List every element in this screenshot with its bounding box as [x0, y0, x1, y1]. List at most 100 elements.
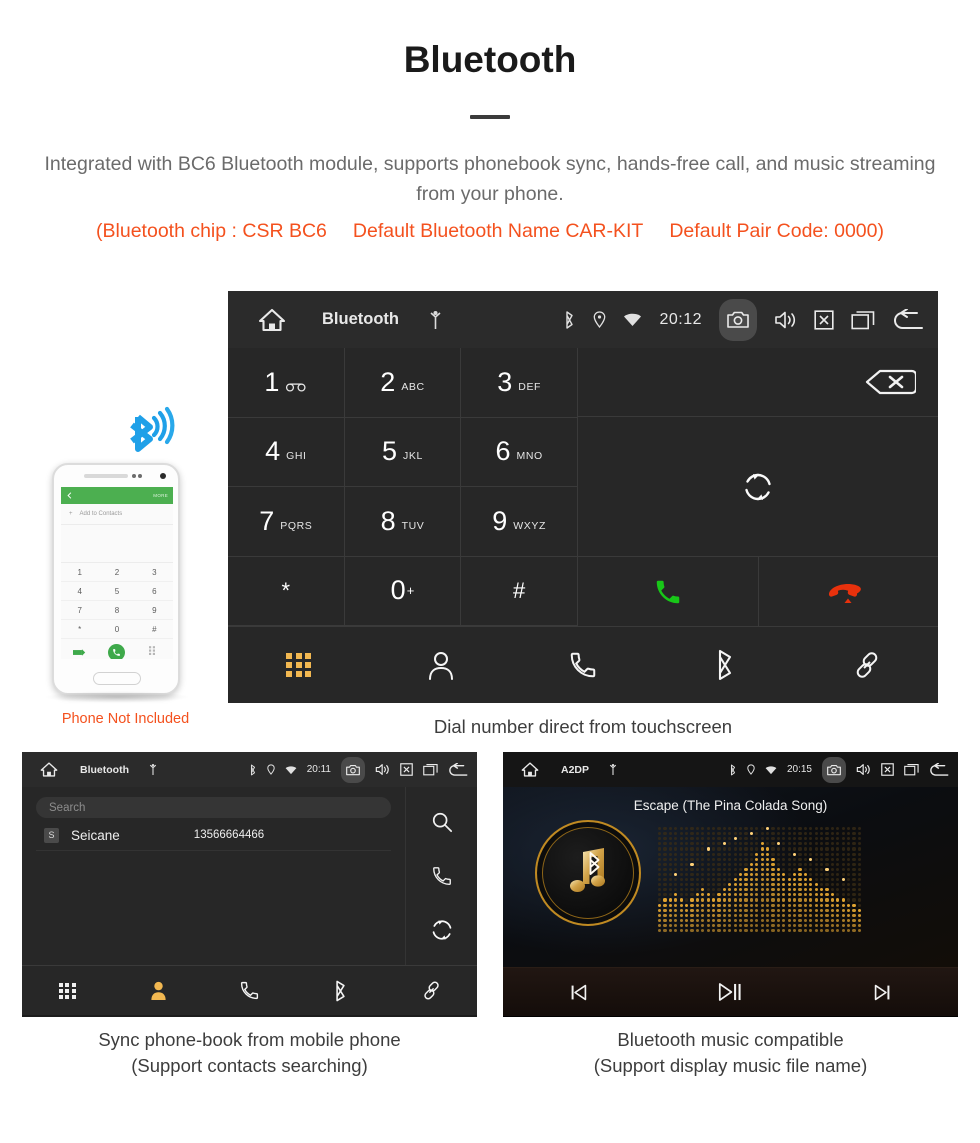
- call-icon: [653, 577, 683, 607]
- close-box-icon[interactable]: [881, 763, 894, 776]
- phone-key: 2: [98, 563, 136, 582]
- key-4[interactable]: 4 GHI: [228, 417, 345, 487]
- sync-button[interactable]: [578, 417, 938, 557]
- bluetooth-icon: [333, 980, 348, 1002]
- key-digit: 7: [259, 505, 275, 536]
- key-8[interactable]: 8 TUV: [344, 487, 462, 557]
- key-digit: 8: [380, 505, 396, 536]
- key-letters: JKL: [403, 450, 423, 463]
- play-pause-button[interactable]: [655, 981, 807, 1003]
- nav-call-log[interactable]: [204, 980, 295, 1001]
- wifi-icon: [623, 312, 642, 327]
- page-header: Bluetooth Integrated with BC6 Bluetooth …: [0, 0, 980, 246]
- backspace-icon[interactable]: [864, 368, 916, 396]
- next-button[interactable]: [806, 983, 958, 1002]
- music-caption-line2: (Support display music file name): [593, 1055, 868, 1077]
- phone-key: 6: [135, 582, 173, 601]
- home-icon[interactable]: [40, 761, 58, 778]
- phone-call-button: [98, 643, 135, 659]
- recents-icon[interactable]: [851, 310, 875, 330]
- dialer-right-pane: [578, 348, 938, 626]
- nav-call-log[interactable]: [512, 650, 654, 680]
- close-box-icon[interactable]: [400, 763, 413, 776]
- volume-icon[interactable]: [856, 763, 871, 776]
- recents-icon[interactable]: [423, 763, 438, 776]
- camera-icon[interactable]: [719, 298, 757, 341]
- link-icon: [852, 650, 882, 680]
- camera-icon[interactable]: [822, 756, 846, 783]
- search-icon[interactable]: [431, 811, 453, 833]
- search-placeholder: Search: [49, 801, 86, 814]
- person-icon: [427, 650, 455, 680]
- volume-icon[interactable]: [375, 763, 390, 776]
- phone-key: #: [135, 620, 173, 639]
- phone-key: 9: [135, 601, 173, 620]
- phone-key: 4: [61, 582, 99, 601]
- back-icon[interactable]: [929, 762, 949, 777]
- nav-pair[interactable]: [386, 980, 477, 1001]
- bluetooth-icon: [563, 310, 576, 329]
- number-display-row: [578, 348, 938, 417]
- nav-keypad[interactable]: [228, 653, 370, 677]
- call-button[interactable]: [578, 557, 759, 626]
- contacts-screen: Bluetooth 20:11 Search S Seicane 1356666…: [22, 752, 477, 1017]
- person-icon: [149, 980, 168, 1001]
- nav-bluetooth[interactable]: [295, 980, 386, 1002]
- skip-next-icon: [873, 983, 892, 1002]
- phone-shadow: [44, 691, 190, 703]
- back-icon[interactable]: [448, 762, 468, 777]
- plus-icon: +: [69, 511, 73, 517]
- key-6[interactable]: 6 MNO: [461, 417, 578, 487]
- key-3[interactable]: 3 DEF: [461, 348, 578, 418]
- usb-icon: [429, 310, 442, 330]
- key-5[interactable]: 5 JKL: [344, 417, 462, 487]
- key-9[interactable]: 9 WXYZ: [461, 487, 578, 557]
- close-box-icon[interactable]: [814, 309, 834, 330]
- page-title: Bluetooth: [403, 39, 577, 80]
- nav-pair[interactable]: [796, 650, 938, 680]
- key-hash[interactable]: #: [461, 556, 578, 626]
- key-2[interactable]: 2 ABC: [344, 348, 462, 418]
- track-title: Escape (The Pina Colada Song): [633, 798, 828, 813]
- phone-sensors: [132, 474, 142, 478]
- key-letters: TUV: [401, 519, 425, 532]
- key-7[interactable]: 7 PQRS: [228, 487, 345, 557]
- contact-initial-badge: S: [44, 827, 59, 843]
- contacts-caption-line1: Sync phone-book from mobile phone: [98, 1029, 401, 1050]
- music-title: A2DP: [561, 763, 590, 776]
- key-star[interactable]: *: [228, 556, 345, 626]
- phone-key: 5: [98, 582, 136, 601]
- contacts-list-area: Search S Seicane 13566664466: [22, 787, 405, 965]
- key-1[interactable]: 1: [228, 348, 345, 418]
- sync-icon[interactable]: [431, 919, 453, 941]
- nav-contacts[interactable]: [370, 650, 512, 680]
- location-icon: [747, 764, 755, 775]
- nav-keypad[interactable]: [22, 982, 113, 999]
- key-0[interactable]: 0 +: [344, 556, 462, 626]
- search-input[interactable]: Search: [36, 797, 391, 818]
- phone-not-included-label: Phone Not Included: [61, 711, 190, 727]
- home-icon[interactable]: [521, 761, 539, 778]
- recents-icon[interactable]: [904, 763, 919, 776]
- home-icon[interactable]: [258, 307, 286, 333]
- nav-contacts[interactable]: [113, 980, 204, 1001]
- music-caption-line1: Bluetooth music compatible: [617, 1029, 844, 1050]
- bluetooth-icon: [249, 764, 257, 776]
- phone-key: 7: [61, 601, 99, 620]
- skip-previous-icon: [569, 983, 588, 1002]
- nav-bluetooth[interactable]: [654, 649, 796, 681]
- back-icon[interactable]: [892, 308, 924, 331]
- key-digit: 1: [264, 366, 280, 397]
- bluetooth-icon: [729, 764, 737, 776]
- music-caption: Bluetooth music compatible (Support disp…: [503, 1027, 958, 1080]
- phone-key: 1: [61, 563, 99, 582]
- table-row[interactable]: S Seicane 13566664466: [36, 820, 391, 851]
- phone-action-row: [61, 639, 173, 659]
- previous-button[interactable]: [503, 983, 655, 1002]
- volume-icon[interactable]: [774, 310, 797, 330]
- camera-icon[interactable]: [341, 756, 365, 783]
- hangup-icon: [827, 580, 869, 604]
- hangup-button[interactable]: [759, 557, 939, 626]
- spec-name: Default Bluetooth Name CAR-KIT: [352, 220, 644, 243]
- phone-icon[interactable]: [431, 865, 453, 887]
